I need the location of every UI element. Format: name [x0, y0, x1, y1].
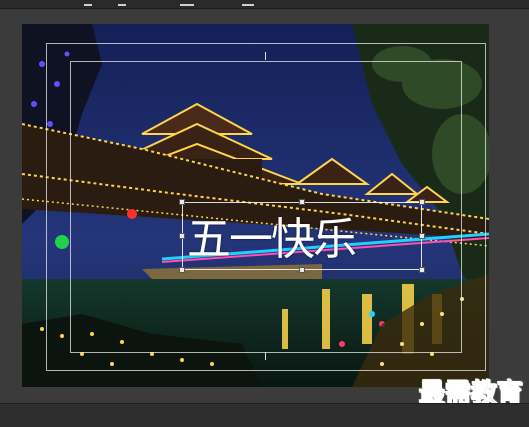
- resize-handle-bottom-right[interactable]: [419, 267, 425, 273]
- resize-handle-bottom-middle[interactable]: [299, 267, 305, 273]
- top-toolbar: [0, 0, 529, 9]
- resize-handle-top-right[interactable]: [419, 199, 425, 205]
- resize-handle-middle-right[interactable]: [419, 233, 425, 239]
- resize-handle-top-middle[interactable]: [299, 199, 305, 205]
- bottom-status-bar: [0, 403, 529, 427]
- toolbar-tool-icon[interactable]: [118, 0, 126, 6]
- overlay-title-text[interactable]: 五一快乐: [187, 214, 417, 266]
- guide-tick-top: [265, 52, 266, 60]
- image-canvas[interactable]: 五一快乐: [22, 24, 489, 387]
- resize-handle-bottom-left[interactable]: [179, 267, 185, 273]
- toolbar-tool-icon[interactable]: [242, 0, 254, 6]
- toolbar-tool-icon[interactable]: [180, 0, 194, 6]
- guide-tick-bottom: [265, 352, 266, 360]
- resize-handle-middle-left[interactable]: [179, 233, 185, 239]
- resize-handle-top-left[interactable]: [179, 199, 185, 205]
- toolbar-tool-icon[interactable]: [84, 0, 92, 6]
